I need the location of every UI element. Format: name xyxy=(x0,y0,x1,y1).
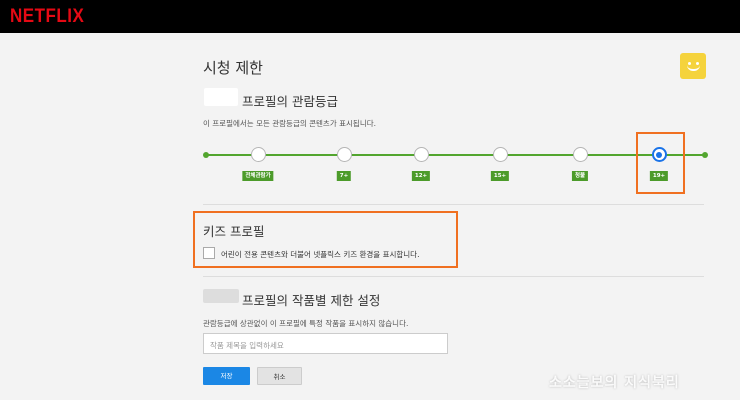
blog-watermark: 소소늘보의 지식북리 xyxy=(549,375,680,391)
cancel-button[interactable]: 취소 xyxy=(257,367,302,385)
smiley-face-icon xyxy=(687,65,700,71)
slider-track xyxy=(206,154,705,156)
section-divider xyxy=(203,276,704,277)
rating-badge-15: 15+ xyxy=(490,171,510,181)
slider-start-point xyxy=(203,152,209,158)
top-navigation-bar: NETFLIX xyxy=(0,0,740,33)
save-button[interactable]: 저장 xyxy=(203,367,250,385)
maturity-rating-slider[interactable]: 전체관람가 7+ 12+ 15+ 청불 19+ xyxy=(203,143,708,203)
page-title: 시청 제한 xyxy=(203,59,263,77)
slider-stop-12[interactable] xyxy=(413,147,429,162)
title-restrictions-section-title: 프로필의 작품별 제한 설정 xyxy=(242,293,381,308)
maturity-description: 이 프로필에서는 모든 관람등급의 콘텐츠가 표시됩니다. xyxy=(203,119,377,128)
rating-badge-12: 12+ xyxy=(411,171,431,181)
slider-stop-15[interactable] xyxy=(492,147,508,162)
slider-stop-7[interactable] xyxy=(336,147,352,162)
parental-controls-page: 시청 제한 프로필의 관람등급 이 프로필에서는 모든 관람등급의 콘텐츠가 표… xyxy=(0,33,740,400)
slider-stop-adult[interactable] xyxy=(572,147,588,162)
kids-section-title: 키즈 프로필 xyxy=(203,224,265,239)
rating-badge-7: 7+ xyxy=(336,171,352,181)
profile-name-redacted xyxy=(203,289,239,303)
slider-stop-all-ages[interactable] xyxy=(250,147,266,162)
profile-name-redacted xyxy=(204,88,238,106)
title-restrictions-description: 관람등급에 상관없이 이 프로필에 특정 작품을 표시하지 않습니다. xyxy=(203,319,409,328)
section-divider xyxy=(203,204,704,205)
maturity-section-title: 프로필의 관람등급 xyxy=(242,94,338,109)
rating-badge-all-ages: 전체관람가 xyxy=(242,171,274,181)
netflix-logo[interactable]: NETFLIX xyxy=(10,5,84,28)
profile-avatar[interactable] xyxy=(680,53,706,79)
slider-end-point xyxy=(702,152,708,158)
highlight-box-19 xyxy=(636,132,685,194)
kids-profile-checkbox[interactable] xyxy=(203,247,215,259)
rating-badge-adult: 청불 xyxy=(571,171,589,181)
title-search-input[interactable]: 작품 제목을 입력하세요 xyxy=(203,333,448,354)
kids-checkbox-label[interactable]: 어린이 전용 콘텐츠와 더불어 넷플릭스 키즈 환경을 표시합니다. xyxy=(221,249,419,260)
